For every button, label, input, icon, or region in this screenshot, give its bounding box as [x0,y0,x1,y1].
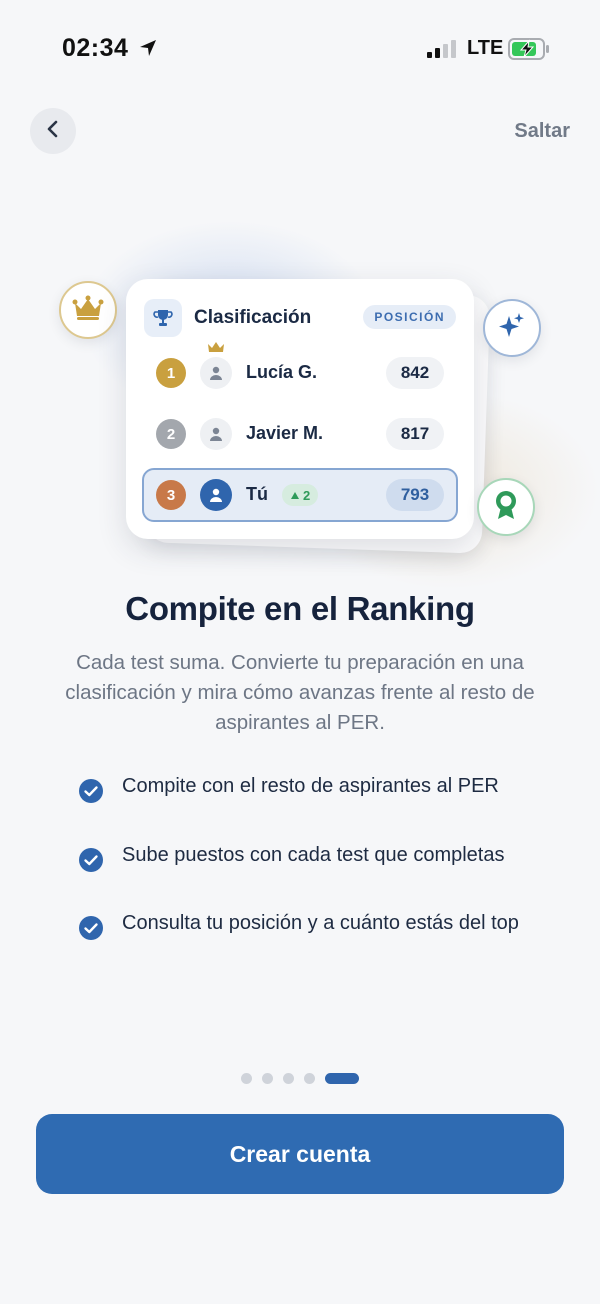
leaderboard-row-current-user: 3 Tú 2 793 [142,468,458,522]
status-bar: 02:34 LTE [0,0,600,96]
player-score: 793 [386,479,444,511]
sparkle-badge [483,299,541,357]
leaderboard-card: Clasificación POSICIÓN 1 Lucía G. 842 2 … [126,279,474,539]
player-score: 842 [386,357,444,389]
user-avatar-icon [200,479,232,511]
page-dot[interactable] [283,1073,294,1084]
leaderboard-row: 2 Javier M. 817 [142,407,458,461]
network-type: LTE [467,37,504,59]
feature-text: Sube puestos con cada test que completas [122,844,505,866]
rank-number: 1 [156,358,186,388]
create-account-button[interactable]: Crear cuenta [36,1114,564,1194]
award-badge [477,478,535,536]
rank-number: 2 [156,419,186,449]
rank-up-badge: 2 [282,484,319,506]
chevron-left-icon [45,119,61,144]
triangle-up-icon [290,488,300,503]
page-dot[interactable] [262,1073,273,1084]
player-name: Javier M. [246,423,324,443]
page-title: Compite en el Ranking [125,590,475,627]
skip-link[interactable]: Saltar [514,120,570,143]
rank-number: 3 [156,480,186,510]
page-dot[interactable] [241,1073,252,1084]
location-arrow-icon [138,38,158,63]
award-ribbon-icon [493,490,519,525]
leaderboard-illustration: Clasificación POSICIÓN 1 Lucía G. 842 2 … [0,220,600,600]
page-dot[interactable] [304,1073,315,1084]
feature-text: Compite con el resto de aspirantes al PE… [122,775,499,797]
leaderboard-row: 1 Lucía G. 842 [142,342,458,400]
status-time: 02:34 [62,34,129,62]
player-score: 817 [386,418,444,450]
player-name: Tú [246,484,268,504]
trophy-icon [144,299,182,337]
feature-text: Consulta tu posición y a cuánto estás de… [122,912,519,934]
user-avatar-icon [200,418,232,450]
check-circle-icon [78,915,104,946]
card-title: Clasificación [194,307,312,328]
page-subtitle: Cada test suma. Convierte tu preparación… [65,651,535,734]
crown-icon [72,295,104,326]
back-button[interactable] [30,108,76,154]
cellular-signal-icon [427,40,457,63]
crown-badge [59,281,117,339]
battery-charging-icon [508,38,550,65]
page-dot-active[interactable] [325,1073,359,1084]
check-circle-icon [78,778,104,809]
position-badge: POSICIÓN [363,305,456,329]
player-name: Lucía G. [246,362,318,382]
check-circle-icon [78,847,104,878]
rank-delta: 2 [303,487,311,503]
card-header: Clasificación POSICIÓN [144,299,456,337]
sparkle-icon [498,312,526,345]
user-avatar-icon [200,357,232,389]
